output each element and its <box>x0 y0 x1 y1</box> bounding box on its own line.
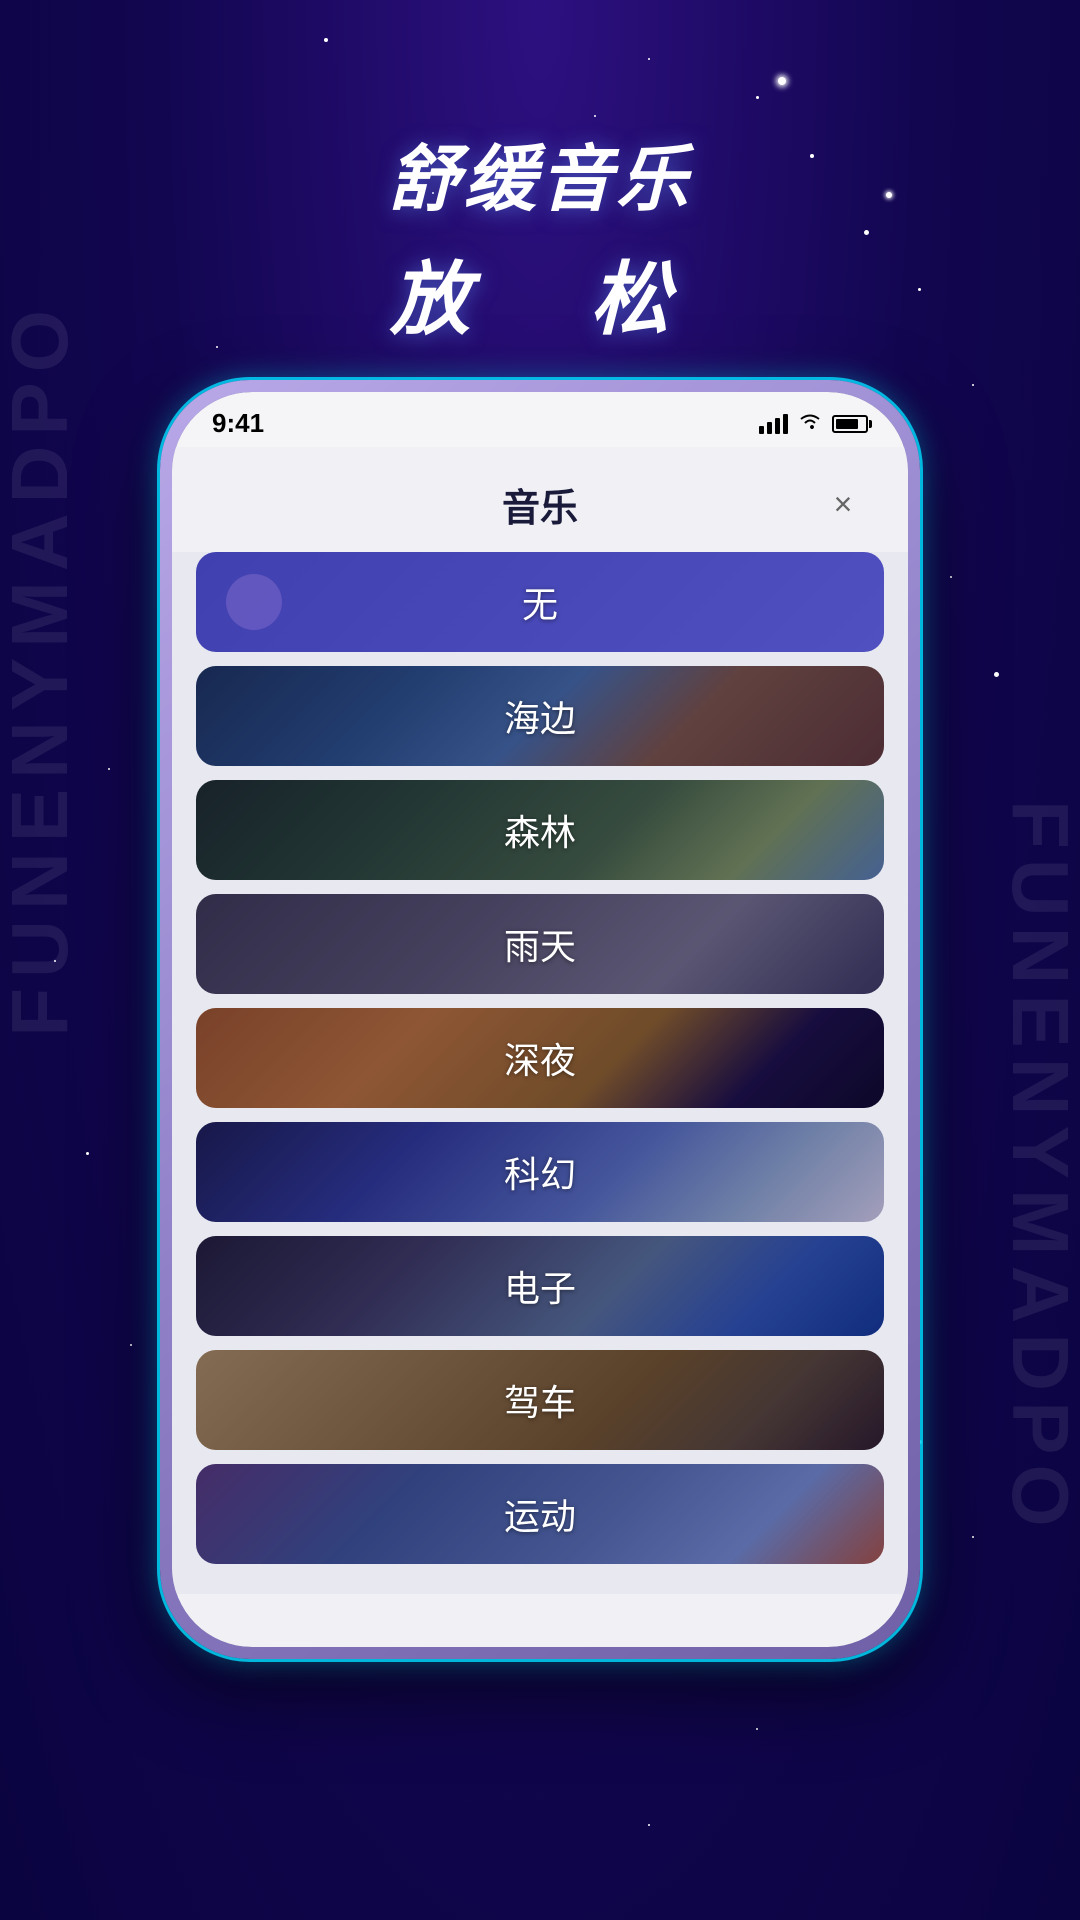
phone-mockup: 9:41 <box>160 380 920 1659</box>
signal-icon <box>759 414 788 434</box>
header-line1: 舒缓音乐 <box>0 120 1080 225</box>
music-item-yundong[interactable]: 运动 <box>196 1464 884 1564</box>
no-music-circle <box>226 574 282 630</box>
phone-inner-frame: 9:41 <box>172 392 908 1647</box>
music-item-haibain[interactable]: 海边 <box>196 666 884 766</box>
music-item-jiache[interactable]: 驾车 <box>196 1350 884 1450</box>
music-item-shenye[interactable]: 深夜 <box>196 1008 884 1108</box>
music-label-haibain: 海边 <box>504 690 576 742</box>
header-title: 舒缓音乐 放 松 <box>0 120 1080 351</box>
header-line2: 放 松 <box>0 235 1080 351</box>
side-text-right: FUNENYMADPO <box>1000 800 1080 1537</box>
battery-icon <box>832 415 868 433</box>
music-label-senlin: 森林 <box>504 804 576 856</box>
phone-notch <box>450 392 630 430</box>
music-label-shenye: 深夜 <box>504 1032 576 1084</box>
music-label-jiache: 驾车 <box>504 1374 576 1426</box>
music-label-none: 无 <box>522 576 558 628</box>
music-item-senlin[interactable]: 森林 <box>196 780 884 880</box>
side-text-left: FUNENYMADPO <box>0 300 80 1037</box>
music-label-yundong: 运动 <box>504 1488 576 1540</box>
wifi-icon <box>798 411 822 437</box>
music-label-yutian: 雨天 <box>504 918 576 970</box>
music-list: 无 海边 森林 <box>172 552 908 1594</box>
status-icons <box>759 411 868 437</box>
status-time: 9:41 <box>212 408 264 439</box>
music-item-none[interactable]: 无 <box>196 552 884 652</box>
music-label-kehuan: 科幻 <box>504 1146 576 1198</box>
close-button[interactable]: × <box>818 480 868 530</box>
music-item-yutian[interactable]: 雨天 <box>196 894 884 994</box>
modal-title: 音乐 <box>262 477 818 532</box>
music-label-dianzi: 电子 <box>504 1260 576 1312</box>
music-item-kehuan[interactable]: 科幻 <box>196 1122 884 1222</box>
phone-outer-frame: 9:41 <box>160 380 920 1659</box>
screen-content: 音乐 × 无 海边 <box>172 447 908 1647</box>
music-item-dianzi[interactable]: 电子 <box>196 1236 884 1336</box>
modal-header: 音乐 × <box>172 447 908 552</box>
